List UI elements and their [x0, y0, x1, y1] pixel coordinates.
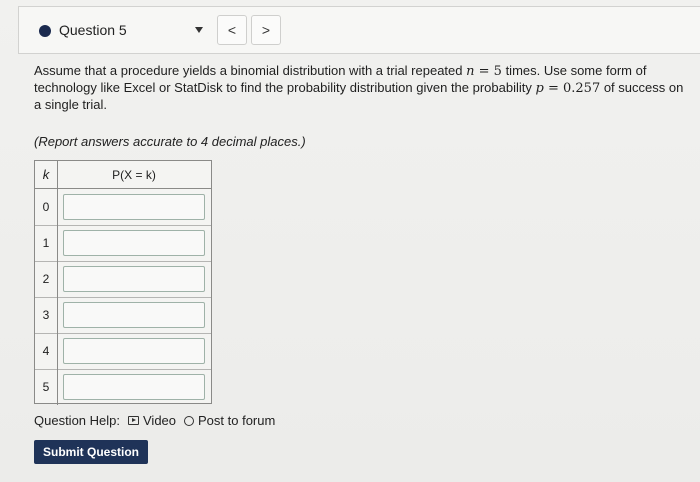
p-value: 0.257	[563, 81, 601, 96]
n-value: 5	[493, 64, 502, 79]
video-link-label: Video	[143, 413, 177, 428]
table-row: 2	[35, 261, 211, 298]
table-row: 5	[35, 369, 211, 405]
probability-table: k P(X = k) 0 1 2 3 4 5	[34, 160, 212, 405]
row-k-value: 4	[35, 333, 58, 369]
chevron-down-icon[interactable]	[195, 27, 203, 33]
probability-input-k0[interactable]	[63, 194, 205, 220]
equals-sign-1: =	[474, 64, 494, 79]
post-to-forum-link[interactable]: Post to forum	[184, 413, 275, 428]
question-header: Question 5 < >	[18, 6, 700, 54]
equals-sign-2: =	[543, 81, 563, 96]
submit-question-button[interactable]: Submit Question	[34, 440, 148, 464]
row-k-value: 3	[35, 297, 58, 333]
table-row: 4	[35, 333, 211, 370]
video-link[interactable]: Video	[128, 413, 176, 428]
probability-input-k3[interactable]	[63, 302, 205, 328]
question-text-part1: Assume that a procedure yields a binomia…	[34, 63, 467, 78]
question-text: Assume that a procedure yields a binomia…	[34, 63, 684, 113]
post-to-forum-label: Post to forum	[198, 413, 276, 428]
play-video-icon	[128, 416, 139, 425]
probability-input-k5[interactable]	[63, 374, 205, 400]
question-help-label: Question Help:	[34, 413, 120, 428]
row-k-value: 2	[35, 261, 58, 297]
table-row: 1	[35, 225, 211, 262]
page: Question 5 < > Assume that a procedure y…	[0, 0, 700, 482]
rounding-note: (Report answers accurate to 4 decimal pl…	[34, 134, 306, 149]
probability-input-k1[interactable]	[63, 230, 205, 256]
table-row: 0	[35, 189, 211, 226]
column-header-k: k	[35, 161, 58, 188]
question-title[interactable]: Question 5	[59, 22, 127, 38]
n-variable: n	[466, 64, 475, 79]
speech-bubble-icon	[184, 415, 195, 426]
p-variable: p	[535, 81, 544, 96]
table-row: 3	[35, 297, 211, 334]
question-help: Question Help: Video Post to forum	[34, 413, 283, 428]
row-k-value: 5	[35, 369, 58, 405]
next-question-button[interactable]: >	[251, 15, 281, 45]
column-header-probability: P(X = k)	[112, 167, 156, 182]
status-dot-icon	[39, 25, 51, 37]
table-header: k P(X = k)	[35, 161, 211, 189]
previous-question-button[interactable]: <	[217, 15, 247, 45]
row-k-value: 1	[35, 225, 58, 261]
probability-input-k2[interactable]	[63, 266, 205, 292]
probability-input-k4[interactable]	[63, 338, 205, 364]
row-k-value: 0	[35, 189, 58, 225]
